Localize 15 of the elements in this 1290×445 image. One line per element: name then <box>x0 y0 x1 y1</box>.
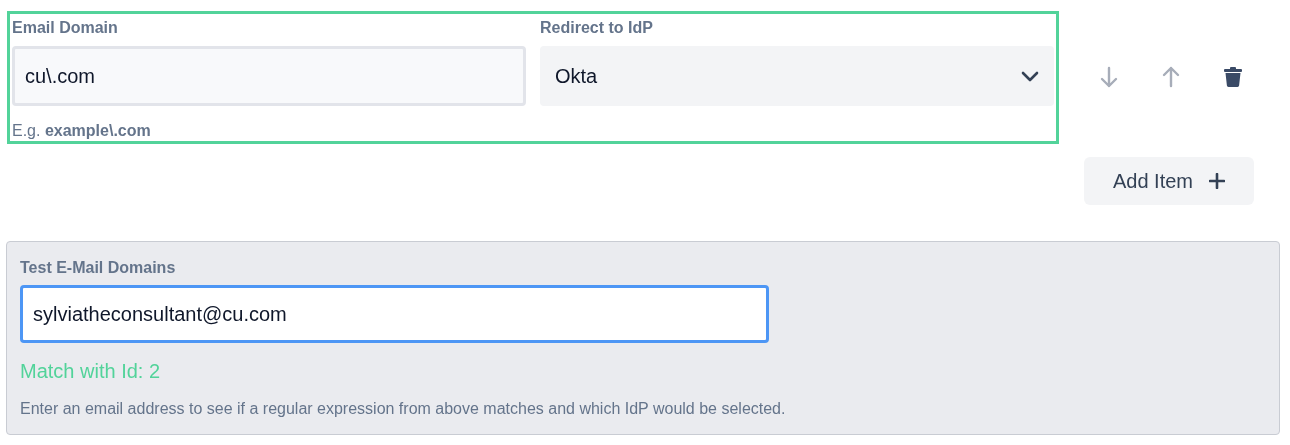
match-result: Match with Id: 2 <box>20 359 162 383</box>
trash-icon <box>1224 67 1242 87</box>
field-label: Redirect to IdP <box>540 18 654 38</box>
arrow-up-icon <box>1161 66 1181 88</box>
hint-text: E.g. example\.com <box>12 121 152 141</box>
help-text: Enter an email address to see if a regular expression from above matches and which IdP would be selected. <box>20 399 787 419</box>
plus-icon <box>1209 173 1225 189</box>
email-domain-field[interactable]: cu\.com <box>12 46 526 106</box>
add-item-button[interactable]: Add Item <box>1084 157 1254 205</box>
idp-select[interactable]: Okta <box>540 46 1054 106</box>
field-label: Email Domain <box>12 18 119 38</box>
chevron-down-icon <box>1021 70 1039 82</box>
test-email-field[interactable]: sylviatheconsultant@cu.com <box>20 285 769 343</box>
arrow-down-icon <box>1099 66 1119 88</box>
field-label: Test E-Mail Domains <box>20 258 177 278</box>
